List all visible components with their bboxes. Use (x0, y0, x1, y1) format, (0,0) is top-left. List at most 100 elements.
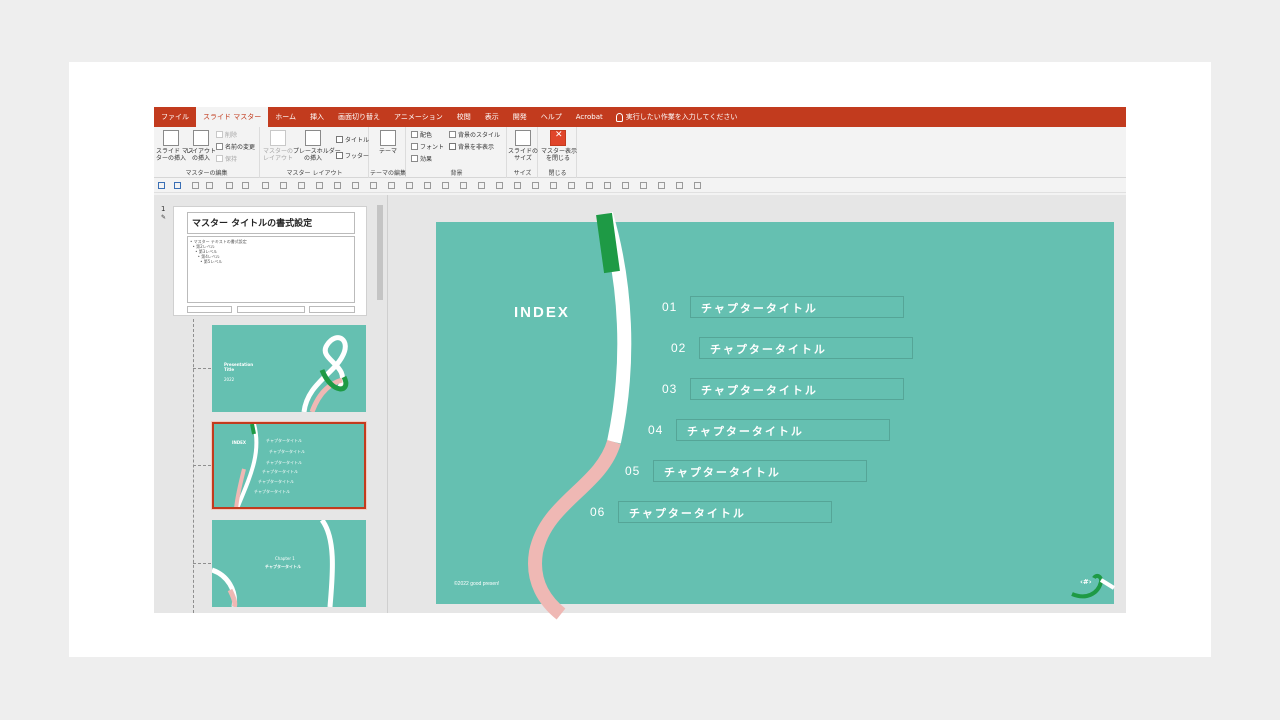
order-icon[interactable] (406, 182, 413, 189)
chapter-title: チャプタータイトル (699, 337, 913, 359)
slide-size-icon (515, 130, 531, 146)
tab-review[interactable]: 校閲 (450, 107, 478, 127)
tab-help[interactable]: ヘルプ (534, 107, 569, 127)
background-styles-icon (449, 130, 456, 138)
insert-placeholder-button[interactable]: プレースホルダー の挿入 (293, 130, 341, 162)
group-close: マスター表示 を閉じる 閉じる (539, 127, 577, 178)
layout-thumbnail-index[interactable]: INDEX チャプタータイトル チャプタータイトル チャプタータイトル チャプタ… (211, 421, 367, 510)
effect-icon[interactable] (478, 182, 485, 189)
master-layout-button[interactable]: マスターの レイアウト (263, 130, 293, 162)
layout-connector-tick (193, 465, 211, 466)
layout-connector-tick (193, 368, 211, 369)
rename-icon (216, 142, 223, 150)
link-icon[interactable] (334, 182, 341, 189)
screenshot-icon[interactable] (640, 182, 647, 189)
preserve-icon (216, 154, 223, 162)
theme-button[interactable]: テーマ (373, 130, 403, 155)
animation-icon[interactable] (604, 182, 611, 189)
tab-insert[interactable]: 挿入 (303, 107, 331, 127)
thumb-chapter-row: チャプタータイトル (258, 479, 294, 484)
effects-button[interactable]: 効果 (411, 153, 432, 163)
group-label-background: 背景 (450, 170, 463, 177)
chapter-title: チャプタータイトル (676, 419, 890, 441)
group-label-size: サイズ (513, 170, 532, 177)
media-icon[interactable] (658, 182, 665, 189)
chapter-number: 06 (590, 505, 606, 519)
colors-button[interactable]: 配色 (411, 129, 432, 139)
lasso-icon[interactable] (568, 182, 575, 189)
chapter-row-06[interactable]: 06 チャプタータイトル (590, 501, 832, 523)
group-size: スライドの サイズ サイズ (508, 127, 538, 178)
thumbnail-scrollbar[interactable] (376, 199, 384, 613)
tab-file[interactable]: ファイル (154, 107, 196, 127)
thumb-chapter-number: Chapter 1 (275, 556, 295, 561)
tab-animations[interactable]: アニメーション (387, 107, 450, 127)
undo-icon[interactable] (174, 182, 181, 189)
layout-thumbnail-chapter[interactable]: Chapter 1 チャプタータイトル (212, 520, 366, 607)
insert-layout-icon (193, 130, 209, 146)
textbox-icon[interactable] (206, 182, 213, 189)
title-checkbox[interactable]: タイトル (336, 134, 369, 144)
chapter-row-02[interactable]: 02 チャプタータイトル (671, 337, 913, 359)
hide-background-checkbox[interactable]: 背景を非表示 (449, 141, 494, 151)
chapter-row-04[interactable]: 04 チャプタータイトル (648, 419, 890, 441)
rename-button[interactable]: 名前の変更 (216, 141, 255, 151)
tell-me-search[interactable]: 実行したい作業を入力してください (610, 107, 738, 127)
main-slide-canvas[interactable]: INDEX 01 チャプタータイトル 02 チャプタータイトル 03 チャプター… (436, 212, 1116, 620)
tab-transitions[interactable]: 画面切り替え (331, 107, 387, 127)
footer-checkbox[interactable]: フッター (336, 150, 369, 160)
favorite-icon[interactable] (622, 182, 629, 189)
chart-icon[interactable] (298, 182, 305, 189)
picture-icon[interactable] (280, 182, 287, 189)
font-color-icon[interactable] (532, 182, 539, 189)
insert-slide-master-button[interactable]: スライド マス ターの挿入 (156, 130, 194, 162)
slide-ribbon-decoration (528, 212, 1116, 620)
delete-button[interactable]: 削除 (216, 129, 237, 139)
bullets-icon[interactable] (226, 182, 233, 189)
tree-icon[interactable] (676, 182, 683, 189)
tab-slide-master[interactable]: スライド マスター (196, 107, 269, 127)
master-date-placeholder (187, 306, 232, 313)
save-icon[interactable] (158, 182, 165, 189)
preserve-button[interactable]: 保持 (216, 153, 237, 163)
group-icon[interactable] (370, 182, 377, 189)
ungroup-icon[interactable] (388, 182, 395, 189)
tell-me-text: 実行したい作業を入力してください (625, 113, 738, 121)
redo-icon[interactable] (496, 182, 503, 189)
fonts-button[interactable]: フォント (411, 141, 444, 151)
tab-developer[interactable]: 開発 (506, 107, 534, 127)
layout-thumbnail-title[interactable]: Presentation Title 2022 (212, 325, 366, 412)
master-slide-thumbnail[interactable]: マスター タイトルの書式設定 • マスター テキストの書式設定 • 第2レベル … (173, 206, 367, 316)
slide-size-button[interactable]: スライドの サイズ (508, 130, 538, 162)
outline-icon[interactable] (460, 182, 467, 189)
scrollbar-thumb[interactable] (377, 205, 383, 300)
close-icon (550, 130, 566, 146)
align-icon[interactable] (262, 182, 269, 189)
tab-acrobat[interactable]: Acrobat (569, 107, 610, 127)
replace-icon[interactable] (586, 182, 593, 189)
chapter-number: 04 (648, 423, 664, 437)
slide-number-placeholder: ‹#› (1080, 578, 1092, 586)
theme-icon (380, 130, 396, 146)
shape-icon[interactable] (192, 182, 199, 189)
chapter-row-03[interactable]: 03 チャプタータイトル (662, 378, 904, 400)
chapter-row-01[interactable]: 01 チャプタータイトル (662, 296, 904, 318)
fill-icon[interactable] (442, 182, 449, 189)
tab-home[interactable]: ホーム (268, 107, 303, 127)
table-icon[interactable] (316, 182, 323, 189)
quick-access-toolbar (154, 179, 1126, 193)
crop-icon[interactable] (514, 182, 521, 189)
slide-number: 1 (161, 205, 166, 213)
thumb-chapter-row: チャプタータイトル (254, 489, 290, 494)
checkbox-icon (336, 151, 343, 159)
rotate-icon[interactable] (424, 182, 431, 189)
background-styles-button[interactable]: 背景のスタイル (449, 129, 500, 139)
customize-icon[interactable] (694, 182, 701, 189)
chapter-row-05[interactable]: 05 チャプタータイトル (625, 460, 867, 482)
tab-view[interactable]: 表示 (478, 107, 506, 127)
close-master-view-button[interactable]: マスター表示 を閉じる (541, 130, 577, 162)
comment-icon[interactable] (352, 182, 359, 189)
insert-layout-button[interactable]: レイアウト の挿入 (186, 130, 216, 162)
star-icon[interactable] (550, 182, 557, 189)
shapes-icon[interactable] (242, 182, 249, 189)
